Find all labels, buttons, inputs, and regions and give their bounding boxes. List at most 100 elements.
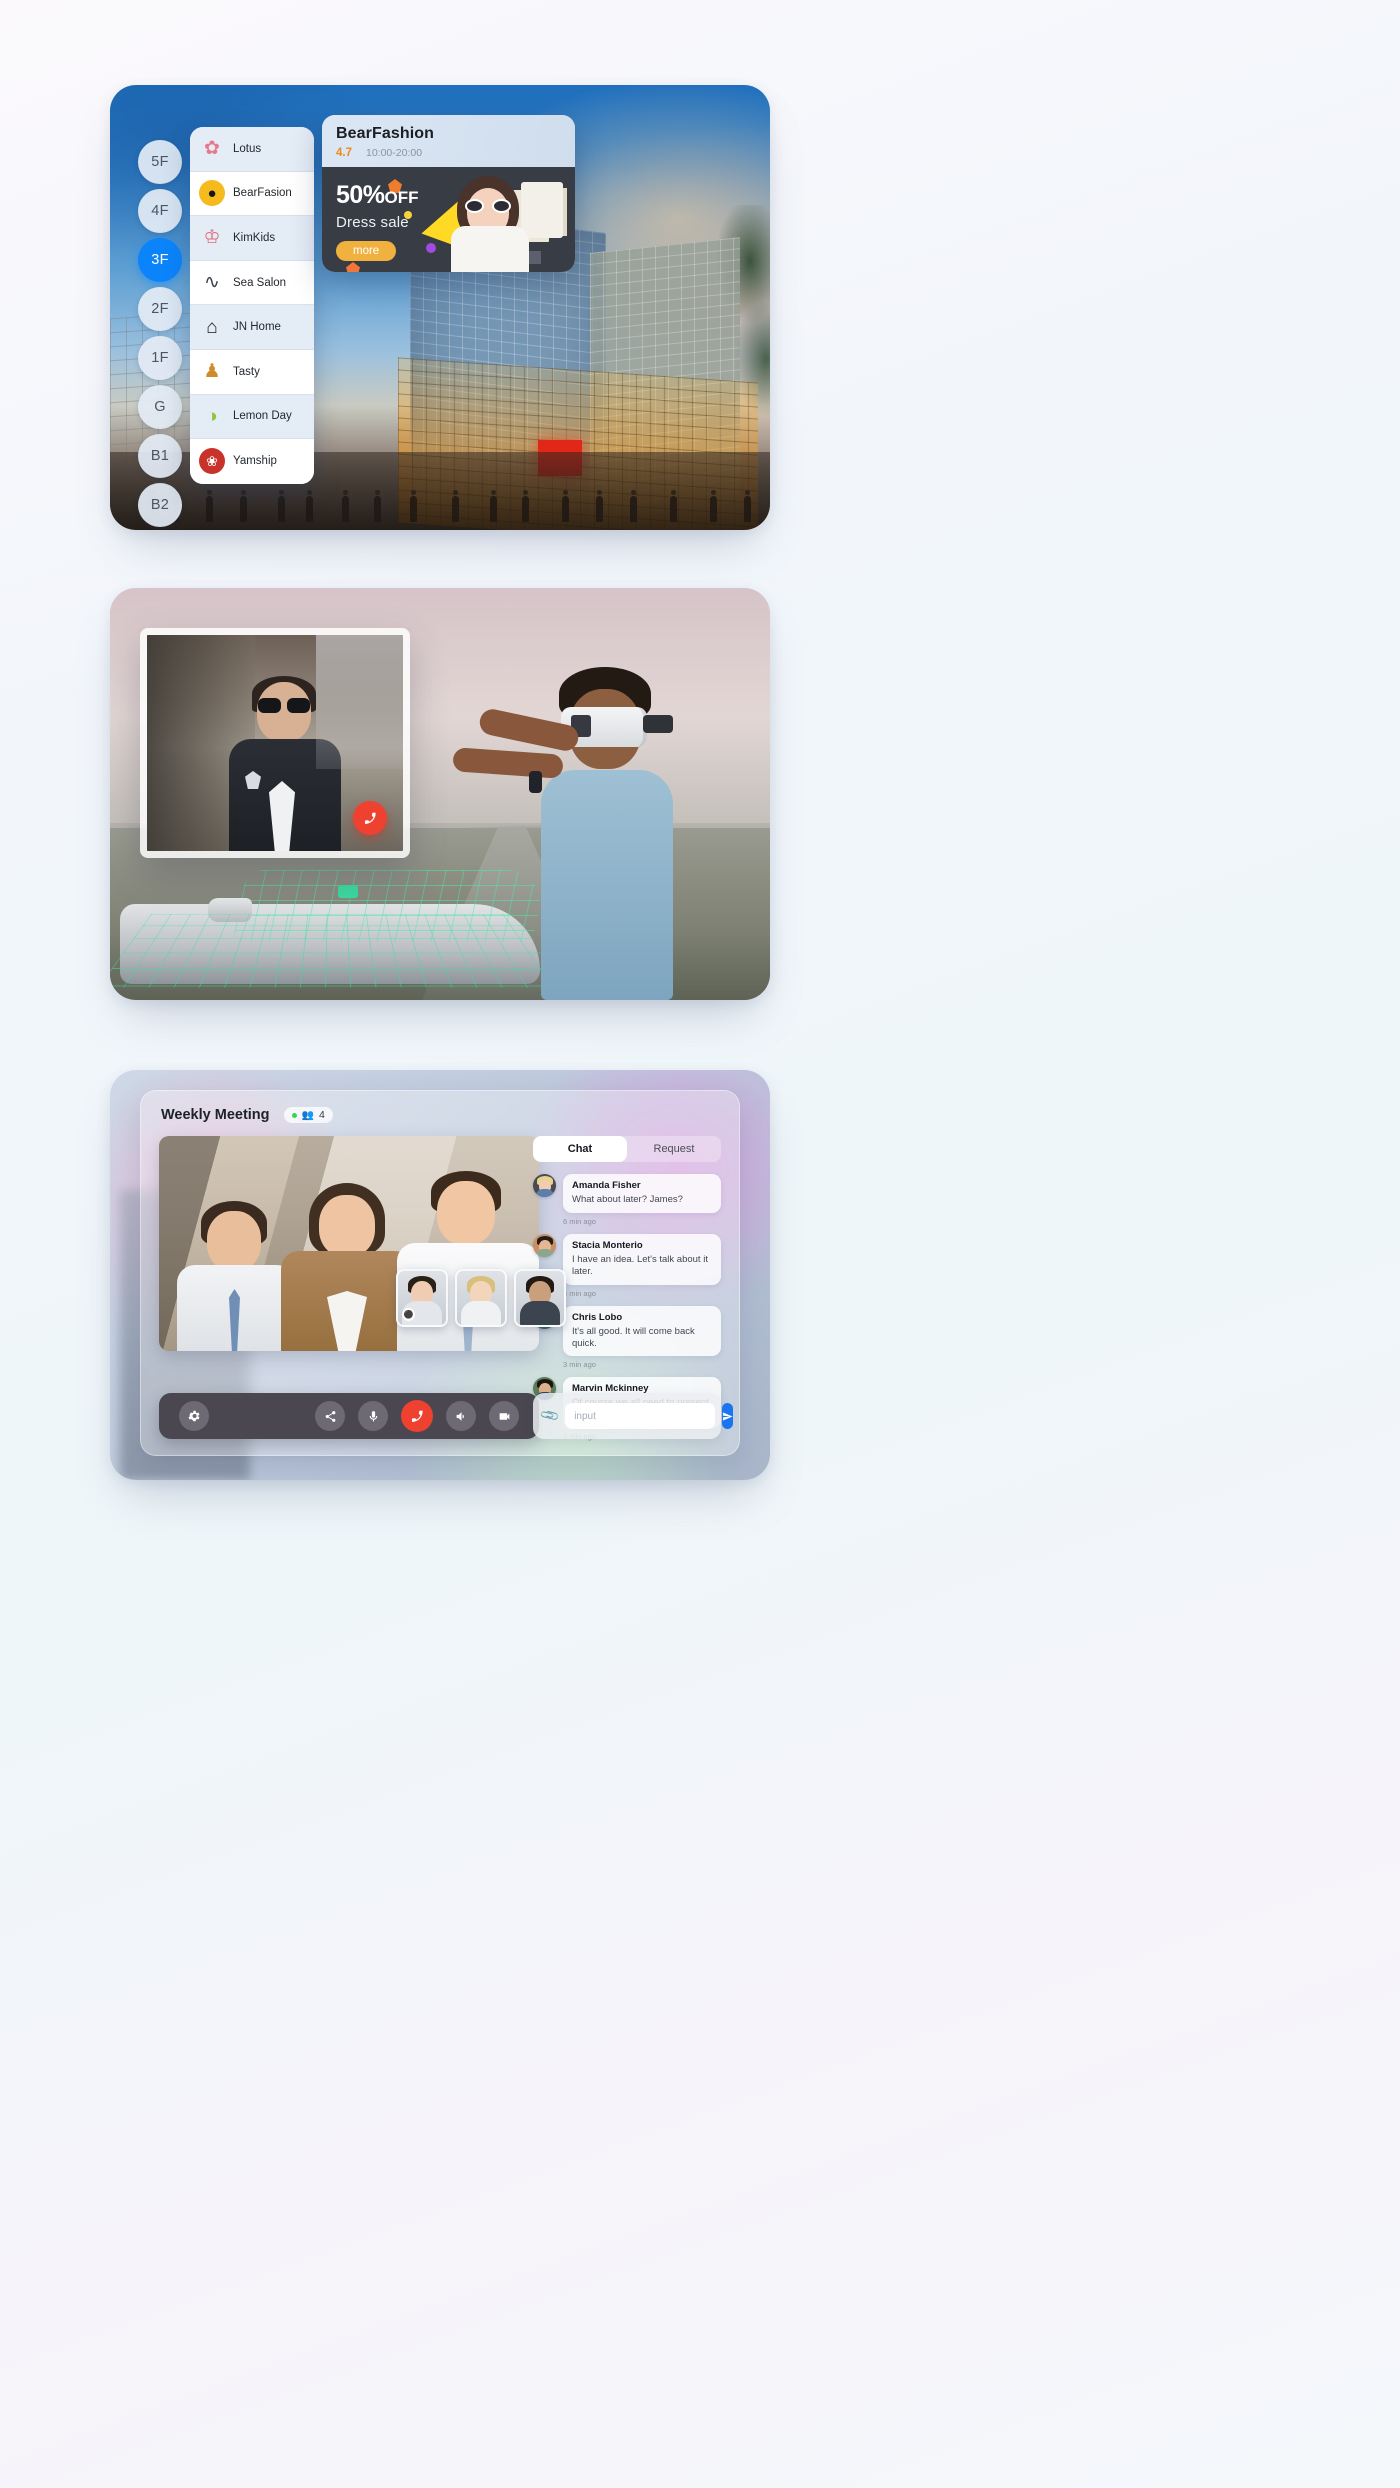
user-shirt	[541, 770, 673, 1000]
phone-hangup-icon	[411, 1410, 423, 1422]
video-call-window	[140, 628, 410, 858]
floor-button-4f[interactable]: 4F	[138, 189, 182, 233]
floor-selector[interactable]: 5F 4F 3F 2F 1F G B1 B2	[138, 140, 188, 527]
yamship-icon: ❀	[199, 448, 225, 475]
discount-value: 50%	[336, 181, 385, 209]
chat-tabs[interactable]: Chat Request	[533, 1136, 721, 1162]
head	[207, 1211, 261, 1271]
message-sender: Amanda Fisher	[572, 1180, 641, 1191]
store-label: KimKids	[233, 231, 276, 244]
message-timestamp: 4 min ago	[563, 1288, 596, 1298]
tab-chat[interactable]: Chat	[533, 1136, 627, 1162]
ar-marker	[338, 885, 358, 898]
officer-figure	[225, 676, 345, 851]
microphone-button[interactable]	[358, 1401, 388, 1431]
floor-button-3f[interactable]: 3F	[138, 238, 182, 282]
thumbnail-participant-3[interactable]	[514, 1269, 566, 1327]
message-bubble: Amanda Fisher What about later? James?	[563, 1174, 721, 1213]
floor-button-b1[interactable]: B1	[138, 434, 182, 478]
store-row-sea-salon[interactable]: ∿ Sea Salon	[190, 260, 314, 306]
ar-roadside-assist-panel	[110, 588, 770, 1000]
store-detail-header: BearFashion 4.7 10:00-20:00	[322, 115, 575, 167]
store-title: BearFashion	[336, 125, 435, 142]
end-call-button[interactable]	[353, 801, 387, 835]
meeting-title: Weekly Meeting	[161, 1107, 270, 1123]
model-dress	[451, 226, 529, 272]
kids-bear-icon: ♔	[203, 227, 221, 249]
message-sender: Stacia Monterio	[572, 1239, 643, 1251]
store-hours: 10:00-20:00	[366, 147, 423, 159]
hangup-button[interactable]	[401, 1400, 433, 1432]
more-button[interactable]: more	[336, 241, 397, 261]
smartwatch	[529, 771, 542, 793]
floor-button-g[interactable]: G	[138, 385, 182, 429]
lotus-flower-icon: ✿	[204, 138, 220, 160]
chat-message: Amanda Fisher What about later? James?	[533, 1174, 721, 1213]
screenshot-page: 5F 4F 3F 2F 1F G B1 B2 ✿ Lotus ● BearFas…	[0, 0, 1400, 2488]
participant-center	[281, 1183, 413, 1351]
thumbnail-participant-1[interactable]: ⚫	[396, 1269, 448, 1327]
body	[461, 1301, 501, 1325]
paperclip-icon[interactable]: 📎	[539, 1405, 561, 1427]
participant-count: 4	[318, 1109, 325, 1121]
store-label: Lemon Day	[233, 410, 292, 423]
send-button[interactable]	[722, 1403, 734, 1429]
meeting-control-bar	[159, 1393, 539, 1439]
user-with-vr-headset	[452, 655, 698, 1000]
participant-left	[177, 1201, 295, 1351]
store-label: Yamship	[233, 455, 277, 468]
message-timestamp: 6 min ago	[563, 1216, 596, 1226]
chef-icon: ♟	[203, 361, 221, 383]
avatar-body	[535, 1248, 554, 1257]
store-row-lotus[interactable]: ✿ Lotus	[190, 127, 314, 172]
avatar[interactable]	[533, 1174, 556, 1197]
promo-discount: 50%OFF	[336, 183, 419, 208]
store-row-yamship[interactable]: ❀ Yamship	[190, 439, 314, 484]
floor-button-5f[interactable]: 5F	[138, 140, 182, 184]
purple-dot-decor	[426, 243, 436, 253]
thumbnail-participant-2[interactable]	[455, 1269, 507, 1327]
sunglasses-icon	[465, 199, 511, 213]
message-sender: Chris Lobo	[572, 1311, 623, 1323]
floor-button-b2[interactable]: B2	[138, 483, 182, 527]
camera-button[interactable]	[489, 1401, 519, 1431]
chat-input[interactable]	[565, 1403, 716, 1429]
body	[520, 1301, 560, 1325]
jn-home-icon: ⌂	[206, 316, 218, 338]
orange-pentagon-decor-3	[346, 262, 360, 272]
store-row-jn-home[interactable]: ⌂ JN Home	[190, 305, 314, 350]
message-bubble: Stacia Monterio I have an idea. Let's ta…	[563, 1233, 721, 1285]
send-icon	[723, 1411, 733, 1421]
store-row-tasty[interactable]: ♟ Tasty	[190, 349, 314, 395]
phone-hangup-icon	[364, 812, 376, 824]
store-detail-card: BearFashion 4.7 10:00-20:00 50%OFF Dress…	[322, 115, 575, 272]
mall-directory-panel: 5F 4F 3F 2F 1F G B1 B2 ✿ Lotus ● BearFas…	[110, 85, 770, 530]
avatar-body	[535, 1189, 554, 1197]
promo-subtitle: Dress sale	[336, 214, 409, 231]
share-button[interactable]	[315, 1401, 345, 1431]
share-icon	[325, 1410, 335, 1422]
store-row-bearfasion[interactable]: ● BearFasion	[190, 171, 314, 217]
avatar[interactable]	[533, 1233, 556, 1257]
speaker-button[interactable]	[446, 1401, 476, 1431]
promo-banner: 50%OFF Dress sale more	[322, 167, 575, 272]
participant-thumbnails[interactable]: ⚫	[396, 1269, 566, 1327]
message-text: What about later? James?	[572, 1194, 683, 1205]
settings-button[interactable]	[179, 1401, 209, 1431]
gear-icon	[188, 1410, 200, 1422]
chat-composer: 📎	[533, 1393, 734, 1439]
tab-request[interactable]: Request	[627, 1136, 721, 1162]
store-row-lemon-day[interactable]: ◑ Lemon Day	[190, 394, 314, 440]
store-row-kimkids[interactable]: ♔ KimKids	[190, 216, 314, 261]
promo-copy: 50%OFF Dress sale more	[336, 183, 419, 261]
store-list[interactable]: ✿ Lotus ● BearFasion ♔ KimKids ∿ Sea Sal…	[190, 127, 314, 484]
floor-button-2f[interactable]: 2F	[138, 287, 182, 331]
video-camera-icon	[499, 1412, 509, 1420]
bear-sunrise-icon: ●	[199, 180, 225, 207]
sunglasses-icon	[258, 698, 310, 713]
message-bubble: Chris Lobo It's all good. It will come b…	[563, 1305, 721, 1357]
head	[437, 1181, 495, 1245]
floor-button-1f[interactable]: 1F	[138, 336, 182, 380]
promo-model-photo	[443, 172, 563, 272]
microphone-muted-icon[interactable]: ⚫	[402, 1308, 415, 1321]
